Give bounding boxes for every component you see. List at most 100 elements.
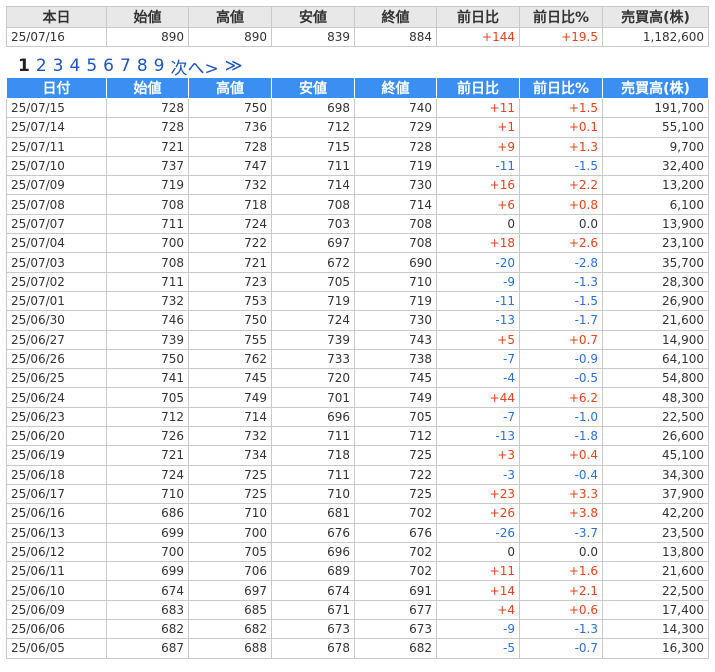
cell-date: 25/06/10 xyxy=(6,580,107,601)
cell-change: +14 xyxy=(436,580,520,601)
cell-open: 710 xyxy=(106,483,189,505)
cell-low: 673 xyxy=(271,619,355,640)
col-volume: 売買高(株) xyxy=(602,6,709,28)
cell-volume: 55,100 xyxy=(602,117,709,138)
today-high: 890 xyxy=(188,27,272,47)
cell-high: 718 xyxy=(188,194,272,215)
cell-high: 725 xyxy=(188,483,272,505)
page-link-6[interactable]: 6 xyxy=(103,56,114,76)
col-change: 前日比 xyxy=(436,6,520,28)
cell-change-pct: 0.0 xyxy=(519,213,603,235)
cell-close: 677 xyxy=(354,599,437,621)
cell-close: 691 xyxy=(354,580,437,601)
cell-low: 714 xyxy=(271,175,355,196)
cell-close: 690 xyxy=(354,252,437,273)
cell-open: 711 xyxy=(106,213,189,235)
cell-close: 708 xyxy=(354,213,437,235)
cell-change: -11 xyxy=(436,155,520,177)
table-row: 25/06/09 683 685 671 677 +4 +0.6 17,400 xyxy=(6,599,709,621)
cell-change: -9 xyxy=(436,271,520,292)
table-row: 25/06/12 700 705 696 702 0 0.0 13,800 xyxy=(6,541,709,563)
col-close: 終値 xyxy=(354,6,437,28)
cell-low: 672 xyxy=(271,252,355,273)
cell-low: 676 xyxy=(271,522,355,543)
last-page-link[interactable]: ≫ xyxy=(225,56,243,76)
cell-date: 25/06/11 xyxy=(6,561,107,582)
cell-volume: 54,800 xyxy=(602,368,709,389)
table-row: 25/06/17 710 725 710 725 +23 +3.3 37,900 xyxy=(6,483,709,505)
page-link-5[interactable]: 5 xyxy=(86,56,97,76)
cell-close: 719 xyxy=(354,290,437,312)
col-date: 日付 xyxy=(6,77,107,99)
cell-high: 749 xyxy=(188,387,272,408)
cell-volume: 21,600 xyxy=(602,310,709,331)
page-link-7[interactable]: 7 xyxy=(120,56,131,76)
cell-close: 710 xyxy=(354,271,437,292)
cell-change-pct: -1.0 xyxy=(519,406,603,428)
table-row: 25/06/25 741 745 720 745 -4 -0.5 54,800 xyxy=(6,368,709,389)
cell-open: 746 xyxy=(106,310,189,331)
table-row: 25/06/13 699 700 676 676 -26 -3.7 23,500 xyxy=(6,522,709,543)
cell-high: 734 xyxy=(188,445,272,466)
table-row: 25/06/27 739 755 739 743 +5 +0.7 14,900 xyxy=(6,329,709,350)
table-row: 25/07/03 708 721 672 690 -20 -2.8 35,700 xyxy=(6,252,709,273)
cell-volume: 26,900 xyxy=(602,290,709,312)
cell-close: 702 xyxy=(354,541,437,563)
cell-change: -4 xyxy=(436,368,520,389)
cell-change: -7 xyxy=(436,348,520,370)
cell-change: -3 xyxy=(436,464,520,485)
cell-close: 740 xyxy=(354,97,437,119)
cell-close: 705 xyxy=(354,406,437,428)
col-change-pct: 前日比% xyxy=(519,77,603,99)
cell-date: 25/06/20 xyxy=(6,426,107,447)
cell-close: 714 xyxy=(354,194,437,215)
cell-close: 729 xyxy=(354,117,437,138)
page-link-2[interactable]: 2 xyxy=(36,56,47,76)
cell-change-pct: -1.7 xyxy=(519,310,603,331)
cell-change: +5 xyxy=(436,329,520,350)
cell-high: 736 xyxy=(188,117,272,138)
table-row: 25/06/20 726 732 711 712 -13 -1.8 26,600 xyxy=(6,426,709,447)
today-change-pct: +19.5 xyxy=(519,27,603,47)
cell-high: 732 xyxy=(188,426,272,447)
page-link-3[interactable]: 3 xyxy=(53,56,64,76)
cell-change-pct: -0.9 xyxy=(519,348,603,370)
cell-low: 678 xyxy=(271,638,355,659)
cell-open: 711 xyxy=(106,271,189,292)
table-row: 25/07/01 732 753 719 719 -11 -1.5 26,900 xyxy=(6,290,709,312)
cell-change-pct: +0.6 xyxy=(519,599,603,621)
col-high: 高値 xyxy=(188,6,272,28)
page-link-4[interactable]: 4 xyxy=(70,56,81,76)
page-link-8[interactable]: 8 xyxy=(137,56,148,76)
cell-change-pct: +2.1 xyxy=(519,580,603,601)
today-quote-table: 本日 始値 高値 安値 終値 前日比 前日比% 売買高(株) 25/07/16 … xyxy=(6,6,709,47)
today-change: +144 xyxy=(436,27,520,47)
cell-date: 25/07/07 xyxy=(6,213,107,235)
cell-low: 715 xyxy=(271,136,355,157)
cell-volume: 14,300 xyxy=(602,619,709,640)
cell-high: 697 xyxy=(188,580,272,601)
cell-low: 739 xyxy=(271,329,355,350)
cell-high: 714 xyxy=(188,406,272,428)
cell-change-pct: -1.3 xyxy=(519,619,603,640)
cell-high: 750 xyxy=(188,310,272,331)
cell-high: 700 xyxy=(188,522,272,543)
cell-high: 732 xyxy=(188,175,272,196)
cell-high: 705 xyxy=(188,541,272,563)
cell-close: 673 xyxy=(354,619,437,640)
next-page-link[interactable]: 次へ> xyxy=(170,54,218,79)
cell-close: 722 xyxy=(354,464,437,485)
cell-high: 725 xyxy=(188,464,272,485)
history-body: 25/07/15 728 750 698 740 +11 +1.5 191,700 25/07/… xyxy=(6,97,709,659)
cell-date: 25/06/17 xyxy=(6,483,107,505)
cell-date: 25/06/27 xyxy=(6,329,107,350)
cell-date: 25/07/11 xyxy=(6,136,107,157)
col-high: 高値 xyxy=(188,77,272,99)
cell-low: 705 xyxy=(271,271,355,292)
today-row: 25/07/16 890 890 839 884 +144 +19.5 1,18… xyxy=(6,27,709,47)
cell-volume: 9,700 xyxy=(602,136,709,157)
page-link-9[interactable]: 9 xyxy=(154,56,165,76)
cell-change-pct: -1.5 xyxy=(519,290,603,312)
cell-change-pct: -1.5 xyxy=(519,155,603,177)
cell-open: 724 xyxy=(106,464,189,485)
